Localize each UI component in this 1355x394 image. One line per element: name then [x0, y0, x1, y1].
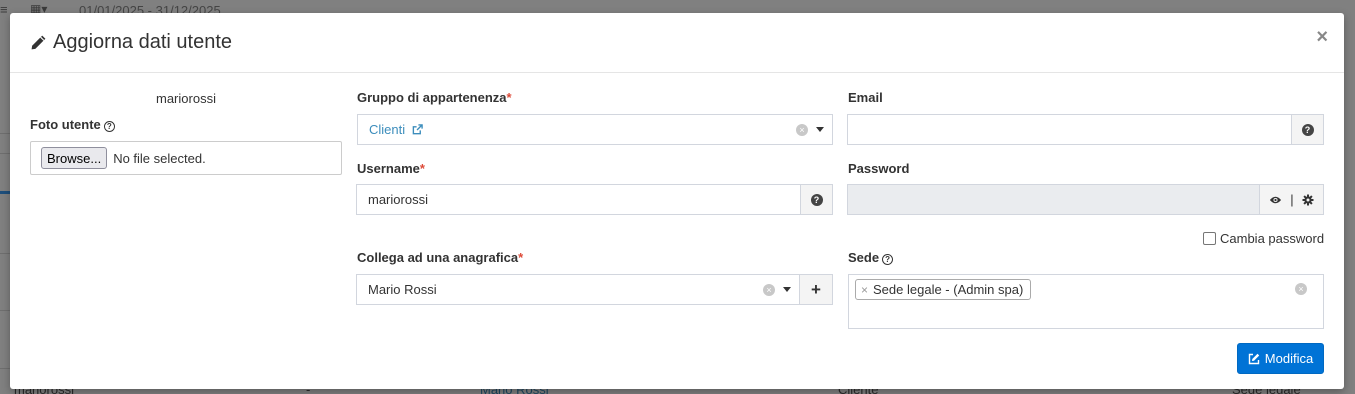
username-value: mariorossi	[368, 192, 428, 207]
sede-label: Sede?	[848, 250, 894, 265]
edit-icon	[1248, 353, 1259, 364]
required-marker: *	[419, 161, 425, 176]
divider	[0, 191, 10, 194]
group-label-text: Gruppo di appartenenza	[357, 90, 507, 105]
email-field[interactable]: ?	[847, 114, 1324, 145]
change-password-toggle[interactable]: Cambia password	[1203, 231, 1324, 246]
divider	[0, 310, 10, 311]
password-addons: |	[1259, 185, 1323, 214]
menu-icon: ≡	[0, 2, 8, 17]
question-circle-icon[interactable]: ?	[1301, 123, 1314, 136]
addon-separator: |	[1290, 192, 1294, 207]
divider	[0, 153, 10, 154]
chevron-down-icon[interactable]	[816, 127, 824, 132]
remove-tag-icon[interactable]: ×	[861, 283, 868, 297]
sede-tag: × Sede legale - (Admin spa)	[855, 279, 1032, 300]
sede-tag-text: Sede legale - (Admin spa)	[873, 282, 1024, 297]
divider	[0, 253, 10, 254]
modifica-button[interactable]: Modifica	[1237, 343, 1324, 374]
chevron-down-icon[interactable]	[783, 287, 791, 292]
divider	[0, 368, 10, 369]
question-circle-icon[interactable]: ?	[810, 193, 823, 206]
no-file-text: No file selected.	[113, 150, 206, 166]
update-user-modal: Aggiorna dati utente × mariorossi Foto u…	[10, 13, 1344, 389]
anagrafica-select[interactable]: Mario Rossi × +	[356, 274, 833, 305]
clear-icon[interactable]: ×	[763, 283, 775, 296]
plus-icon[interactable]: +	[799, 275, 832, 304]
change-password-checkbox[interactable]	[1203, 232, 1216, 245]
required-marker: *	[518, 250, 524, 265]
gear-icon[interactable]	[1302, 194, 1314, 206]
username-label: Username*	[357, 161, 425, 176]
password-field[interactable]: |	[847, 184, 1324, 215]
modal-title: Aggiorna dati utente	[30, 31, 232, 54]
question-circle-icon[interactable]: ?	[882, 254, 894, 265]
group-value-text: Clienti	[369, 122, 406, 137]
browse-button[interactable]: Browse...	[41, 147, 108, 169]
divider	[0, 133, 10, 134]
email-label: Email	[848, 90, 883, 105]
modifica-label: Modifica	[1264, 351, 1314, 366]
eye-icon[interactable]	[1269, 195, 1282, 205]
anagrafica-label-text: Collega ad una anagrafica	[357, 250, 519, 265]
username-field[interactable]: mariorossi ?	[356, 184, 833, 215]
close-icon[interactable]: ×	[1316, 27, 1328, 47]
photo-file-input[interactable]: Browse... No file selected.	[30, 141, 342, 175]
required-marker: *	[506, 90, 512, 105]
sede-multiselect[interactable]: × Sede legale - (Admin spa) ×	[848, 274, 1324, 329]
username-display: mariorossi	[156, 91, 216, 106]
external-link-icon[interactable]	[412, 124, 423, 135]
group-select[interactable]: Clienti ×	[357, 114, 833, 145]
anagrafica-value: Mario Rossi	[368, 282, 437, 297]
modal-title-text: Aggiorna dati utente	[53, 31, 233, 53]
photo-label-text: Foto utente	[30, 117, 101, 132]
change-password-label: Cambia password	[1220, 231, 1325, 246]
username-help-addon[interactable]: ?	[800, 185, 832, 214]
photo-label: Foto utente?	[30, 117, 115, 132]
username-label-text: Username	[357, 161, 420, 176]
clear-icon[interactable]: ×	[796, 123, 808, 136]
anagrafica-label: Collega ad una anagrafica*	[357, 250, 523, 265]
pencil-icon	[31, 35, 46, 50]
modal-header: Aggiorna dati utente ×	[10, 13, 1344, 73]
question-circle-icon[interactable]: ?	[103, 121, 115, 132]
group-label: Gruppo di appartenenza*	[357, 90, 512, 105]
password-label: Password	[848, 161, 910, 176]
sede-label-text: Sede	[848, 250, 880, 265]
background-toolbar: ≡ ▦▾ 01/01/2025 - 31/12/2025	[0, 0, 1355, 18]
email-help-addon[interactable]: ?	[1291, 115, 1323, 144]
clear-icon[interactable]: ×	[1295, 283, 1307, 295]
group-value: Clienti	[358, 122, 796, 137]
